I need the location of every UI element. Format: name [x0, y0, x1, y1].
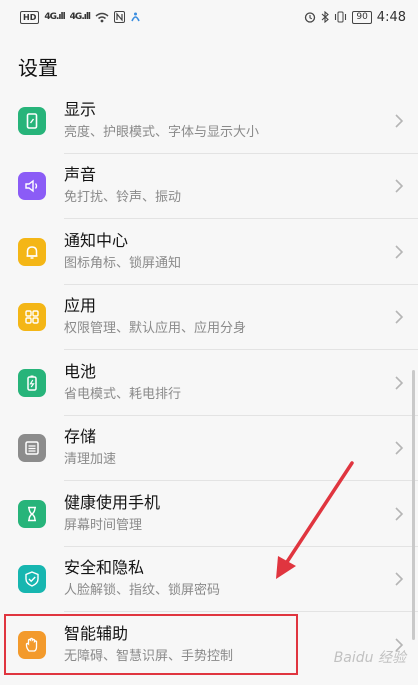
- settings-item-subtitle: 图标角标、锁屏通知: [64, 255, 182, 271]
- chevron-right-icon: [395, 310, 404, 324]
- settings-item-title: 电池: [64, 361, 97, 381]
- settings-item-battery[interactable]: 电池 省电模式、耗电排行: [0, 350, 418, 416]
- settings-item-title: 安全和隐私: [64, 558, 145, 578]
- settings-item-notifications[interactable]: 通知中心 图标角标、锁屏通知: [0, 219, 418, 285]
- settings-item-storage[interactable]: 存储 清理加速: [0, 416, 418, 481]
- chevron-right-icon: [395, 441, 404, 455]
- status-bar: HD 4G.ıll 4G.ıll 90 4:48: [0, 0, 418, 34]
- settings-item-subtitle: 免打扰、铃声、振动: [64, 190, 182, 206]
- settings-item-subtitle: 省电模式、耗电排行: [64, 386, 182, 402]
- hd-indicator: HD: [20, 10, 40, 24]
- settings-item-title: 通知中心: [64, 230, 129, 250]
- settings-item-title: 智能辅助: [64, 623, 129, 643]
- settings-item-title: 应用: [64, 296, 97, 316]
- storage-icon: [18, 434, 46, 463]
- chevron-right-icon: [395, 179, 404, 193]
- scrollbar[interactable]: [412, 370, 415, 640]
- settings-item-smart-assistance[interactable]: 智能辅助 无障碍、智慧识屏、手势控制: [0, 612, 418, 678]
- alarm-icon: [305, 12, 316, 23]
- settings-item-subtitle: 人脸解锁、指纹、锁屏密码: [64, 583, 221, 599]
- sound-icon: [18, 172, 46, 201]
- settings-item-title: 健康使用手机: [64, 492, 161, 512]
- settings-list: 显示 亮度、护眼模式、字体与显示大小 声音 免打扰、铃声、振动 通知中心 图标角…: [0, 88, 418, 678]
- settings-item-sound[interactable]: 声音 免打扰、铃声、振动: [0, 154, 418, 219]
- settings-item-subtitle: 权限管理、默认应用、应用分身: [64, 321, 247, 337]
- signal-icon: 4G.ıll: [44, 12, 65, 22]
- display-icon: [18, 106, 46, 135]
- notification-app-icon: [131, 12, 140, 22]
- settings-item-subtitle: 无障碍、智慧识屏、手势控制: [64, 648, 234, 664]
- vibrate-icon: [335, 11, 347, 23]
- chevron-right-icon: [395, 572, 404, 586]
- chevron-right-icon: [395, 245, 404, 259]
- bluetooth-icon: [321, 11, 330, 23]
- chevron-right-icon: [395, 376, 404, 390]
- settings-item-display[interactable]: 显示 亮度、护眼模式、字体与显示大小: [0, 88, 418, 154]
- settings-item-security-privacy[interactable]: 安全和隐私 人脸解锁、指纹、锁屏密码: [0, 547, 418, 612]
- bell-icon: [18, 237, 46, 266]
- settings-item-subtitle: 亮度、护眼模式、字体与显示大小: [64, 124, 260, 140]
- settings-item-title: 声音: [64, 165, 97, 185]
- settings-item-title: 显示: [64, 99, 97, 119]
- wifi-icon: [95, 12, 109, 22]
- chevron-right-icon: [395, 507, 404, 521]
- clock: 4:48: [376, 9, 406, 25]
- nfc-icon: [114, 11, 125, 23]
- settings-item-subtitle: 屏幕时间管理: [64, 517, 143, 533]
- hand-icon: [18, 630, 46, 659]
- settings-item-subtitle: 清理加速: [64, 452, 117, 468]
- watermark: Baidu 经验: [333, 650, 406, 666]
- settings-item-title: 存储: [64, 427, 97, 447]
- shield-icon: [18, 565, 46, 594]
- battery-level: 90: [352, 10, 372, 24]
- settings-item-digital-wellbeing[interactable]: 健康使用手机 屏幕时间管理: [0, 481, 418, 547]
- chevron-right-icon: [395, 114, 404, 128]
- page-title: 设置: [18, 56, 58, 80]
- battery-icon: [18, 368, 46, 397]
- apps-icon: [18, 303, 46, 332]
- signal-icon-2: 4G.ıll: [69, 12, 91, 22]
- settings-item-apps[interactable]: 应用 权限管理、默认应用、应用分身: [0, 285, 418, 350]
- hourglass-icon: [18, 499, 46, 528]
